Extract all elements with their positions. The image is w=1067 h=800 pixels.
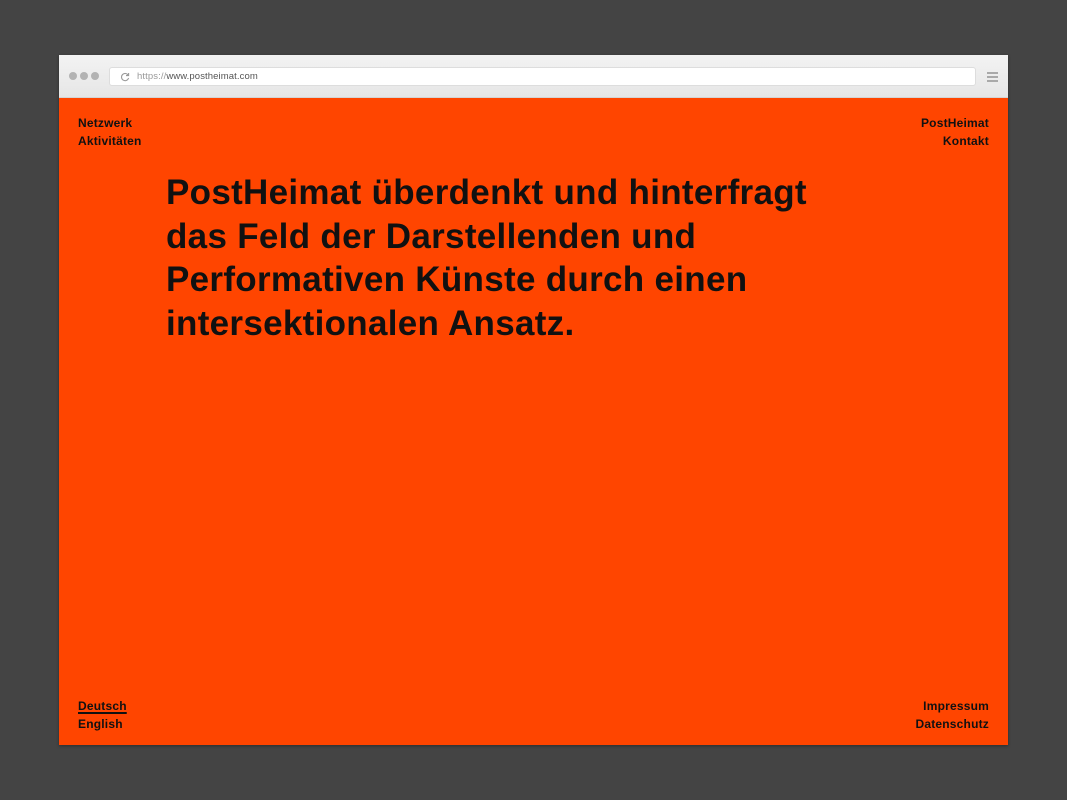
nav-link-postheimat[interactable]: PostHeimat [921, 114, 989, 132]
window-controls [69, 72, 99, 80]
browser-toolbar: https://www.postheimat.com [59, 55, 1008, 98]
browser-window: https://www.postheimat.com Netzwerk Akti… [59, 55, 1008, 745]
window-control-dot[interactable] [80, 72, 88, 80]
language-deutsch[interactable]: Deutsch [78, 697, 127, 715]
secondary-nav: PostHeimat Kontakt [921, 114, 989, 150]
nav-link-kontakt[interactable]: Kontakt [921, 132, 989, 150]
page-content: Netzwerk Aktivitäten PostHeimat Kontakt … [59, 98, 1008, 745]
page-headline: PostHeimat überdenkt und hinterfragt das… [166, 173, 807, 343]
window-control-dot[interactable] [69, 72, 77, 80]
language-english[interactable]: English [78, 715, 127, 733]
window-control-dot[interactable] [91, 72, 99, 80]
nav-link-netzwerk[interactable]: Netzwerk [78, 114, 142, 132]
main-nav: Netzwerk Aktivitäten [78, 114, 142, 150]
address-bar[interactable]: https://www.postheimat.com [109, 67, 976, 86]
reload-icon[interactable] [119, 71, 131, 83]
url-host: www.postheimat.com [166, 71, 258, 82]
nav-link-aktivitaeten[interactable]: Aktivitäten [78, 132, 142, 150]
language-switcher: Deutsch English [78, 697, 127, 733]
nav-link-impressum[interactable]: Impressum [915, 697, 989, 715]
hamburger-menu-icon[interactable] [987, 72, 998, 82]
legal-nav: Impressum Datenschutz [915, 697, 989, 733]
url-text: https://www.postheimat.com [137, 71, 258, 82]
url-scheme: https:// [137, 71, 167, 82]
nav-link-datenschutz[interactable]: Datenschutz [915, 715, 989, 733]
